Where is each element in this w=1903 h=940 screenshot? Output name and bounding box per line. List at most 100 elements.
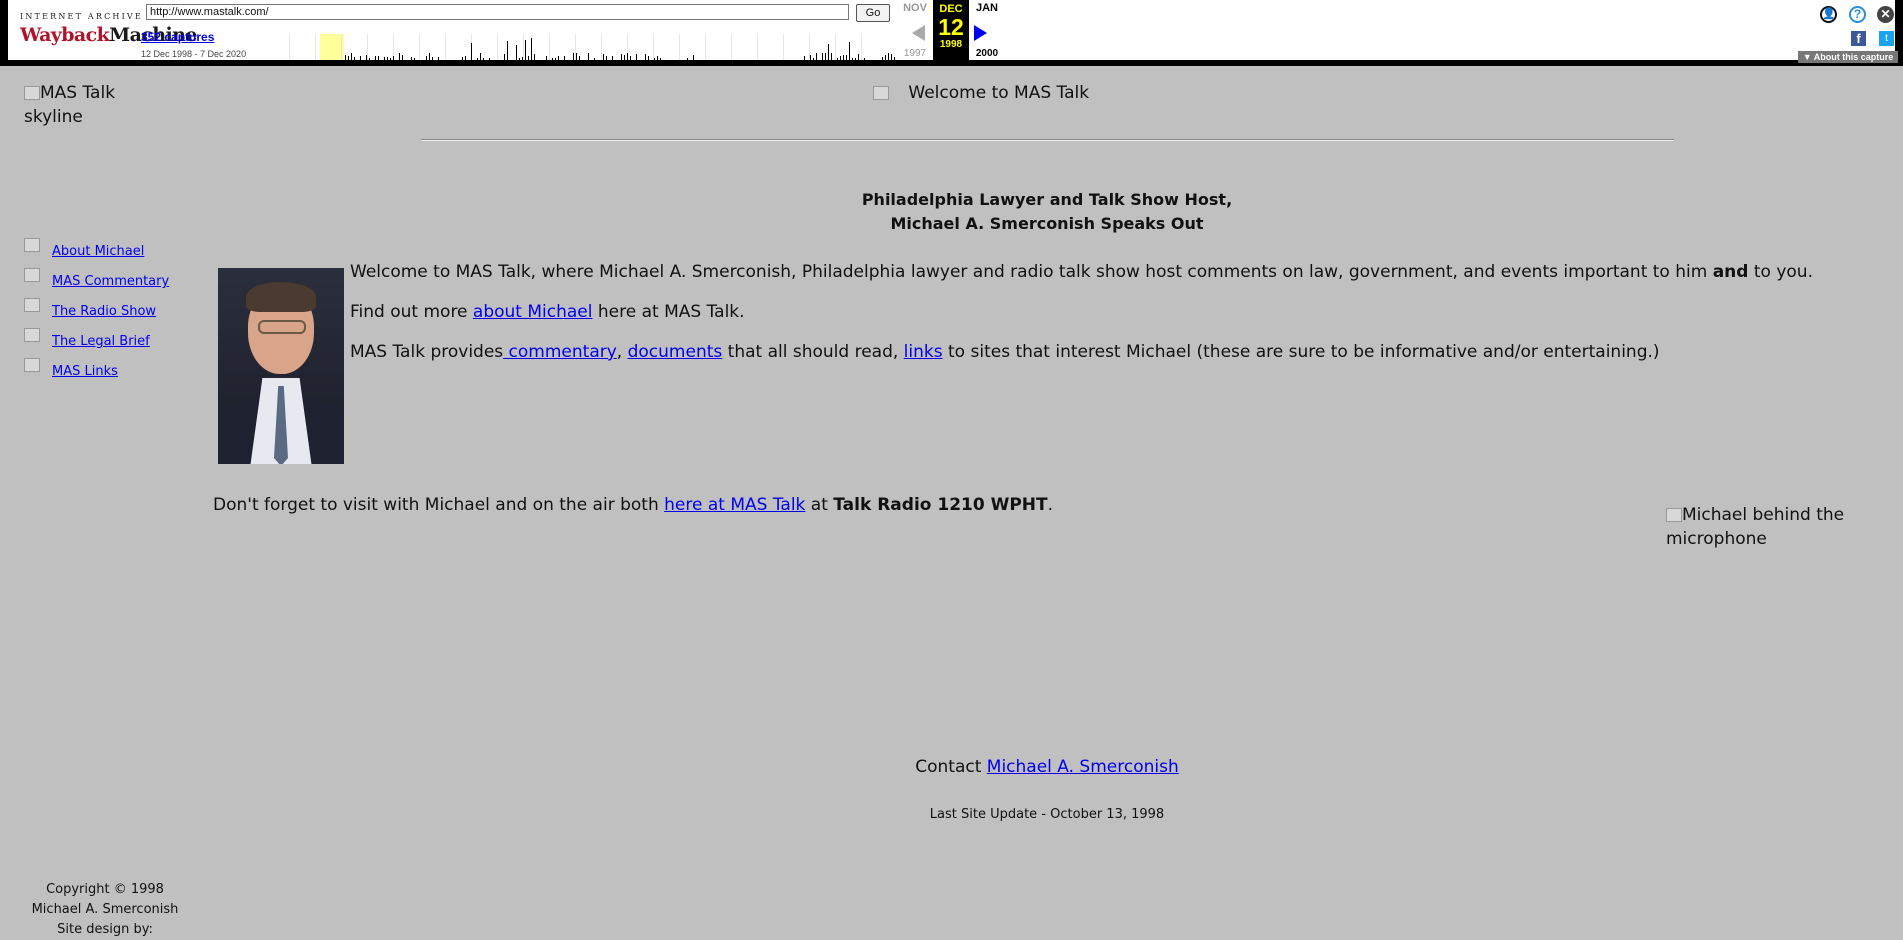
sparkline-bar — [438, 57, 439, 60]
sparkline-bar — [576, 53, 577, 60]
prev-capture-arrow-icon[interactable] — [912, 25, 925, 41]
sparkline-bar — [660, 58, 661, 60]
current-year: 1998 — [939, 39, 963, 50]
sparkline-year-divider — [419, 34, 420, 60]
sparkline-bar — [402, 55, 403, 60]
bullet-image-icon — [24, 238, 40, 252]
sparkline-year-divider — [289, 34, 290, 60]
sparkline-bar — [573, 53, 574, 60]
captures-link[interactable]: 352 captures — [141, 30, 214, 44]
capture-range: 12 Dec 1998 - 7 Dec 2020 — [141, 49, 247, 59]
sparkline-bar — [828, 44, 829, 60]
sparkline-bar — [654, 58, 655, 60]
sparkline-bar — [504, 54, 505, 60]
about-text-a: Find out more — [350, 302, 473, 322]
sparkline-bar — [555, 58, 556, 60]
sparkline-year-divider — [653, 34, 654, 60]
prev-month[interactable]: NOV — [901, 2, 929, 14]
wayback-logo[interactable]: INTERNET ARCHIVE WaybackMachine — [20, 10, 197, 52]
sparkline-year-divider — [861, 34, 862, 60]
sparkline-bar — [480, 53, 481, 60]
next-capture-arrow-icon[interactable] — [974, 25, 987, 41]
help-icon[interactable]: ? — [1849, 6, 1866, 23]
sparkline-bar — [594, 58, 595, 60]
sparkline-bar — [411, 57, 412, 60]
sparkline-bar — [522, 57, 523, 60]
horizontal-rule — [421, 139, 1674, 141]
last-update: Last Site Update - October 13, 1998 — [929, 807, 1165, 822]
microphone-alt-text: Michael behind the microphone — [1666, 505, 1845, 549]
onair-text-c: . — [1047, 495, 1054, 515]
nav-link-commentary[interactable]: MAS Commentary — [52, 274, 169, 289]
capture-sparkline[interactable] — [263, 28, 895, 60]
sparkline-year-divider — [497, 34, 498, 60]
bullet-image-icon — [24, 298, 40, 312]
sparkline-bar — [846, 55, 847, 60]
bullet-image-icon — [24, 358, 40, 372]
about-capture-button[interactable]: ▼ About this capture — [1798, 51, 1898, 63]
close-icon[interactable]: ✕ — [1877, 6, 1894, 23]
sparkline-bar — [630, 56, 631, 60]
sparkline-bar — [864, 58, 865, 60]
sparkline-bar — [636, 54, 637, 60]
sparkline-bar — [579, 56, 580, 60]
intro-text-c: to you. — [1748, 262, 1813, 282]
sparkline-bar — [855, 58, 856, 60]
sparkline-year-divider — [757, 34, 758, 60]
sparkline-bar — [882, 57, 883, 60]
sparkline-bar — [351, 53, 352, 60]
sparkline-bar — [393, 56, 394, 60]
sparkline-year-divider — [705, 34, 706, 60]
sparkline-year-divider — [783, 34, 784, 60]
sparkline-bar — [369, 58, 370, 60]
links-link[interactable]: links — [904, 342, 943, 362]
sparkline-bar — [606, 56, 607, 60]
wayback-url-input[interactable]: http://www.mastalk.com/ — [146, 4, 849, 20]
prev-year[interactable]: 1997 — [901, 48, 929, 59]
nav-link-legal-brief[interactable]: The Legal Brief — [52, 334, 150, 349]
copyright-block: Copyright © 1998 Michael A. Smerconish S… — [20, 880, 190, 940]
user-icon[interactable]: 👤 — [1820, 6, 1837, 23]
contact-link[interactable]: Michael A. Smerconish — [987, 757, 1179, 777]
sparkline-bar — [462, 57, 463, 60]
nav-link-radio-show[interactable]: The Radio Show — [52, 304, 156, 319]
about-michael-link[interactable]: about Michael — [473, 302, 593, 322]
wayback-toolbar-panel: INTERNET ARCHIVE WaybackMachine http://w… — [8, 0, 1898, 64]
documents-link[interactable]: documents — [628, 342, 723, 362]
here-at-mas-talk-link[interactable]: here at MAS Talk — [664, 495, 805, 515]
wayback-logo-top: INTERNET ARCHIVE — [20, 12, 143, 21]
sparkline-bar — [657, 56, 658, 60]
provides-sep: , — [616, 342, 628, 362]
sparkline-bar — [888, 53, 889, 60]
sparkline-year-divider — [523, 34, 524, 60]
sparkline-bar — [894, 57, 895, 60]
nav-link-links[interactable]: MAS Links — [52, 364, 118, 379]
sparkline-bar — [624, 55, 625, 60]
sparkline-bar — [519, 58, 520, 60]
commentary-link[interactable]: commentary — [503, 342, 617, 362]
headline-line-1: Philadelphia Lawyer and Talk Show Host, — [861, 190, 1233, 209]
sparkline-bar — [483, 58, 484, 60]
twitter-icon[interactable]: t — [1879, 31, 1894, 46]
sparkline-bar — [852, 58, 853, 60]
next-year[interactable]: 2000 — [970, 48, 1004, 59]
provides-text-b: that all should read, — [722, 342, 904, 362]
copyright-line-2: Michael A. Smerconish — [31, 902, 179, 917]
nav-link-about-michael[interactable]: About Michael — [52, 244, 144, 259]
current-day: 12 — [938, 14, 964, 40]
provides-paragraph: MAS Talk provides commentary, documents … — [350, 342, 1660, 362]
about-paragraph: Find out more about Michael here at MAS … — [350, 302, 745, 322]
welcome-banner-image: Welcome to MAS Talk — [873, 81, 1089, 105]
intro-paragraph: Welcome to MAS Talk, where Michael A. Sm… — [350, 262, 1813, 282]
sparkline-bar — [360, 56, 361, 60]
sparkline-year-divider — [367, 34, 368, 60]
sparkline-bar — [612, 56, 613, 60]
sparkline-bar — [546, 56, 547, 60]
go-button[interactable]: Go — [856, 4, 890, 22]
sparkline-year-divider — [601, 34, 602, 60]
sparkline-bar — [477, 58, 478, 60]
facebook-icon[interactable]: f — [1851, 31, 1866, 46]
page-headline: Philadelphia Lawyer and Talk Show Host, … — [700, 188, 1394, 236]
next-month[interactable]: JAN — [970, 2, 1004, 14]
sparkline-bar — [885, 55, 886, 60]
